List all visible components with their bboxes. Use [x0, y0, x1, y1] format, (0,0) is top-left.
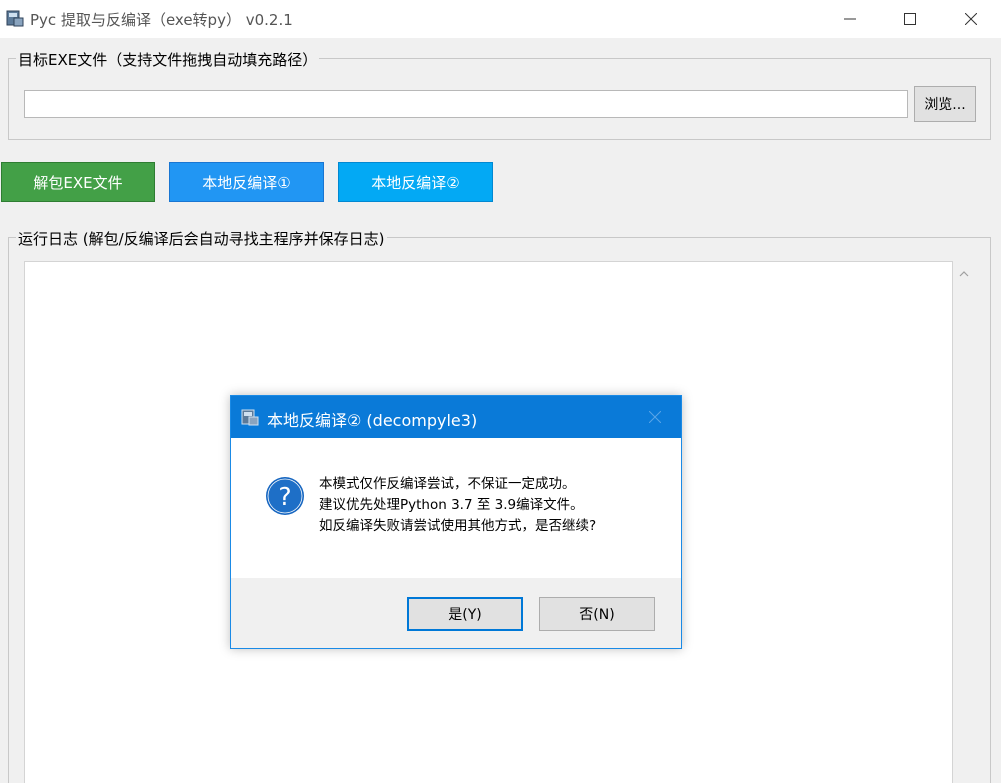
close-button[interactable]	[941, 0, 1001, 38]
log-scrollbar[interactable]	[953, 261, 975, 783]
title-bar: Pyc 提取与反编译（exe转py） v0.2.1	[0, 0, 1001, 38]
question-icon: ?	[266, 477, 304, 515]
minimize-button[interactable]	[820, 0, 880, 38]
dialog-close-button[interactable]	[645, 408, 665, 426]
dialog-body: ? 本模式仅作反编译尝试，不保证一定成功。 建议优先处理Python 3.7 至…	[231, 438, 681, 578]
local-decompile-2-button[interactable]: 本地反编译②	[338, 162, 493, 202]
dialog-message-line: 如反编译失败请尝试使用其他方式，是否继续?	[319, 518, 597, 534]
dialog-footer: 是(Y) 否(N)	[231, 578, 681, 648]
app-icon	[241, 409, 259, 426]
maximize-button[interactable]	[880, 0, 940, 38]
dialog-title: 本地反编译② (decompyle3)	[267, 411, 478, 430]
target-file-group-label: 目标EXE文件（支持文件拖拽自动填充路径）	[16, 49, 320, 70]
app-icon	[6, 10, 24, 27]
dialog-title-bar: 本地反编译② (decompyle3)	[231, 396, 681, 438]
log-group-label: 运行日志 (解包/反编译后会自动寻找主程序并保存日志)	[16, 228, 387, 249]
close-icon	[649, 411, 661, 423]
maximize-icon	[904, 13, 916, 25]
browse-button[interactable]: 浏览...	[914, 86, 976, 122]
svg-text:?: ?	[278, 482, 291, 511]
unpack-exe-button[interactable]: 解包EXE文件	[1, 162, 155, 202]
dialog-message-line: 建议优先处理Python 3.7 至 3.9编译文件。	[319, 497, 584, 513]
window-title: Pyc 提取与反编译（exe转py） v0.2.1	[30, 11, 293, 29]
no-button[interactable]: 否(N)	[539, 597, 655, 631]
exe-path-input[interactable]	[24, 90, 908, 118]
local-decompile-1-button[interactable]: 本地反编译①	[169, 162, 324, 202]
minimize-icon	[844, 18, 856, 20]
dialog-message: 本模式仅作反编译尝试，不保证一定成功。 建议优先处理Python 3.7 至 3…	[319, 474, 596, 537]
close-icon	[965, 13, 977, 25]
yes-button[interactable]: 是(Y)	[407, 597, 523, 631]
scroll-up-button[interactable]	[953, 265, 975, 283]
chevron-up-icon	[959, 271, 969, 277]
dialog-message-line: 本模式仅作反编译尝试，不保证一定成功。	[319, 476, 576, 492]
main-window: Pyc 提取与反编译（exe转py） v0.2.1 目标EXE文件（支持文件拖拽…	[0, 0, 1001, 783]
confirm-dialog: 本地反编译② (decompyle3) ? 本模式仅作反编译尝试，不保证一定成功…	[230, 395, 682, 649]
